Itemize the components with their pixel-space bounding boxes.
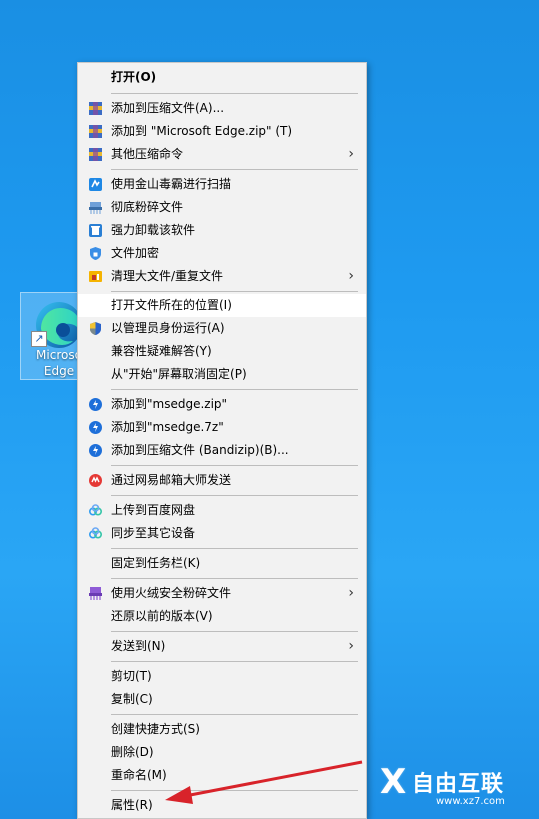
- menu-item-label: 添加到压缩文件(A)...: [111, 101, 225, 115]
- menu-item-add-zip[interactable]: 添加到 "Microsoft Edge.zip" (T): [78, 120, 366, 143]
- menu-separator: [111, 169, 358, 170]
- uninstall-icon: [89, 224, 102, 237]
- menu-item-rename[interactable]: 重命名(M): [78, 764, 366, 787]
- menu-item-label: 打开(O): [111, 70, 157, 84]
- menu-separator: [111, 291, 358, 292]
- jinshan-antivirus-icon: [89, 178, 102, 191]
- menu-item-bz-7z[interactable]: 添加到"msedge.7z": [78, 416, 366, 439]
- menu-item-compat[interactable]: 兼容性疑难解答(Y): [78, 340, 366, 363]
- menu-item-delete[interactable]: 删除(D): [78, 741, 366, 764]
- bandizip-icon: [89, 444, 102, 457]
- menu-item-label: 通过网易邮箱大师发送: [111, 473, 232, 487]
- menu-item-label: 强力卸载该软件: [111, 223, 196, 237]
- menu-separator: [111, 495, 358, 496]
- menu-item-shortcut[interactable]: 创建快捷方式(S): [78, 718, 366, 741]
- menu-item-bz-zip[interactable]: 添加到"msedge.zip": [78, 393, 366, 416]
- menu-separator: [111, 93, 358, 94]
- menu-item-label: 上传到百度网盘: [111, 503, 196, 517]
- menu-item-label: 使用火绒安全粉碎文件: [111, 586, 232, 600]
- menu-item-cut[interactable]: 剪切(T): [78, 665, 366, 688]
- menu-separator: [111, 548, 358, 549]
- menu-item-label: 兼容性疑难解答(Y): [111, 344, 212, 358]
- menu-item-bz-archive[interactable]: 添加到压缩文件 (Bandizip)(B)...: [78, 439, 366, 462]
- menu-item-add-archive[interactable]: 添加到压缩文件(A)...: [78, 97, 366, 120]
- menu-item-send-to[interactable]: 发送到(N) ›: [78, 635, 366, 658]
- menu-item-properties[interactable]: 属性(R): [78, 794, 366, 817]
- menu-item-label: 添加到压缩文件 (Bandizip)(B)...: [111, 443, 289, 457]
- shredder-icon: [89, 202, 102, 214]
- menu-item-label: 文件加密: [111, 246, 160, 260]
- watermark-logo: X 自由互联 www.xz7.com: [380, 760, 539, 816]
- menu-item-pin-taskbar[interactable]: 固定到任务栏(K): [78, 552, 366, 575]
- bandizip-icon: [89, 421, 102, 434]
- menu-item-sync[interactable]: 同步至其它设备: [78, 522, 366, 545]
- shield-lock-icon: [90, 247, 101, 260]
- chevron-right-icon: ›: [348, 146, 354, 162]
- menu-item-shred[interactable]: 彻底粉碎文件: [78, 196, 366, 219]
- watermark-x-icon: X: [380, 762, 407, 802]
- menu-item-encrypt[interactable]: 文件加密: [78, 242, 366, 265]
- menu-item-label: 还原以前的版本(V): [111, 609, 213, 623]
- menu-item-netease[interactable]: 通过网易邮箱大师发送: [78, 469, 366, 492]
- menu-item-label: 以管理员身份运行(A): [111, 321, 225, 335]
- menu-item-label: 添加到 "Microsoft Edge.zip" (T): [111, 124, 293, 138]
- shortcut-arrow-icon: ↗: [31, 331, 47, 347]
- menu-item-force-uninstall[interactable]: 强力卸载该软件: [78, 219, 366, 242]
- menu-item-label: 复制(C): [111, 692, 153, 706]
- menu-item-jinshan-scan[interactable]: 使用金山毒霸进行扫描: [78, 173, 366, 196]
- menu-item-label: 清理大文件/重复文件: [111, 269, 224, 283]
- menu-item-label: 使用金山毒霸进行扫描: [111, 177, 232, 191]
- menu-item-label: 属性(R): [111, 798, 153, 812]
- menu-separator: [111, 389, 358, 390]
- menu-item-label: 固定到任务栏(K): [111, 556, 201, 570]
- watermark-url: www.xz7.com: [436, 796, 505, 807]
- menu-item-label: 发送到(N): [111, 639, 166, 653]
- menu-item-label: 从"开始"屏幕取消固定(P): [111, 367, 247, 381]
- chevron-right-icon: ›: [348, 268, 354, 284]
- menu-item-clean-dup[interactable]: 清理大文件/重复文件 ›: [78, 265, 366, 288]
- context-menu: 打开(O) 添加到压缩文件(A)... 添加到 "Microsoft Edge.…: [77, 62, 367, 819]
- menu-item-huorong-shred[interactable]: 使用火绒安全粉碎文件 ›: [78, 582, 366, 605]
- menu-item-label: 剪切(T): [111, 669, 152, 683]
- menu-separator: [111, 661, 358, 662]
- menu-separator: [111, 578, 358, 579]
- menu-item-label: 创建快捷方式(S): [111, 722, 200, 736]
- uac-shield-icon: [90, 322, 101, 335]
- menu-item-label: 删除(D): [111, 745, 154, 759]
- menu-separator: [111, 465, 358, 466]
- menu-item-label: 其他压缩命令: [111, 147, 184, 161]
- menu-item-label: 同步至其它设备: [111, 526, 196, 540]
- menu-item-run-admin[interactable]: 以管理员身份运行(A): [78, 317, 366, 340]
- chevron-right-icon: ›: [348, 638, 354, 654]
- baidu-cloud-icon: [88, 527, 103, 539]
- chevron-right-icon: ›: [348, 585, 354, 601]
- menu-separator: [111, 714, 358, 715]
- menu-item-unpin-start[interactable]: 从"开始"屏幕取消固定(P): [78, 363, 366, 386]
- winrar-icon: [89, 102, 102, 115]
- menu-item-label: 重命名(M): [111, 768, 167, 782]
- menu-item-copy[interactable]: 复制(C): [78, 688, 366, 711]
- menu-item-label: 打开文件所在的位置(I): [111, 298, 232, 312]
- menu-item-other-compress[interactable]: 其他压缩命令 ›: [78, 143, 366, 166]
- netease-mail-icon: [89, 474, 102, 487]
- menu-item-restore[interactable]: 还原以前的版本(V): [78, 605, 366, 628]
- menu-item-open-location[interactable]: 打开文件所在的位置(I): [78, 294, 366, 317]
- bandizip-icon: [89, 398, 102, 411]
- menu-item-label: 添加到"msedge.7z": [111, 420, 224, 434]
- menu-item-baidu-upload[interactable]: 上传到百度网盘: [78, 499, 366, 522]
- huorong-shredder-icon: [89, 587, 102, 600]
- clean-files-icon: [89, 271, 102, 282]
- watermark-brand: 自由互联: [412, 772, 505, 797]
- menu-item-label: 添加到"msedge.zip": [111, 397, 228, 411]
- winrar-icon: [89, 148, 102, 161]
- menu-separator: [111, 631, 358, 632]
- baidu-cloud-icon: [88, 504, 103, 516]
- menu-item-open[interactable]: 打开(O): [78, 66, 366, 89]
- menu-item-label: 彻底粉碎文件: [111, 200, 184, 214]
- menu-separator: [111, 790, 358, 791]
- winrar-icon: [89, 125, 102, 138]
